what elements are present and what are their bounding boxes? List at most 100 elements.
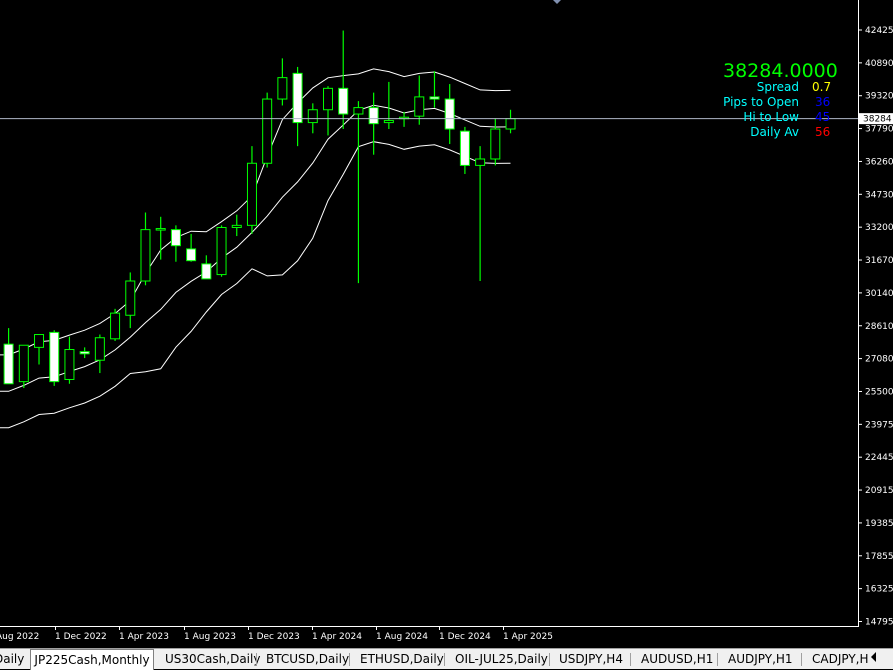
- candle-bull: [110, 312, 121, 340]
- envelope-bands: [0, 68, 511, 429]
- candle-bull: [155, 228, 166, 231]
- candle-bear: [3, 343, 14, 385]
- time-axis[interactable]: Aug 2022 1 Dec 2022 1 Apr 2023 1 Aug 2023 1 …: [0, 626, 553, 642]
- tab-label: JP225Cash,Monthly: [34, 653, 150, 667]
- tab-label: AUDJPY,H1: [728, 652, 793, 666]
- price-tick-label: 40890: [865, 59, 893, 69]
- date-tick-label: 1 Dec 2022: [55, 632, 107, 642]
- candle-bull: [34, 334, 45, 348]
- price-tick-label: 30140: [865, 289, 893, 299]
- tab-label: AUDUSD,H1: [641, 652, 714, 666]
- price-tick-label: 42425: [865, 26, 893, 36]
- candle-bull: [18, 344, 29, 383]
- daily-av-label: Daily Av: [750, 125, 799, 139]
- spread-label: Spread: [756, 80, 799, 94]
- daily-av-value: 56: [815, 125, 831, 139]
- spread-value: 0.7: [812, 80, 832, 94]
- price-tick-label: 31670: [865, 256, 893, 266]
- tab-cadjpy-h[interactable]: CADJPY,H: [812, 651, 869, 668]
- tab-scroll-left-icon[interactable]: [871, 652, 876, 662]
- candle-bull: [94, 337, 105, 361]
- candle-bull: [246, 162, 257, 226]
- tab-daily[interactable]: Daily: [0, 651, 28, 668]
- price-tick-label: 16325: [865, 585, 893, 595]
- tab-btcusd-daily[interactable]: BTCUSD,Daily: [266, 651, 349, 668]
- candle-bull: [262, 98, 273, 164]
- candle-bull: [140, 229, 151, 282]
- tab-separator: [549, 653, 550, 666]
- candle-bear: [201, 263, 212, 280]
- date-tick-label: Aug 2022: [0, 632, 39, 642]
- shift-marker-icon[interactable]: [553, 0, 561, 4]
- price-tick-label: 17855: [865, 552, 893, 562]
- candle-bull: [353, 107, 364, 115]
- tab-separator: [630, 653, 631, 666]
- price-tick-label: 14795: [865, 618, 893, 628]
- tab-audusd-h1[interactable]: AUDUSD,H1: [641, 651, 713, 668]
- candle-bull: [277, 77, 288, 100]
- tab-usdjpy-h4[interactable]: USDJPY,H4: [559, 651, 623, 668]
- current-price-tag-text: 38284: [863, 115, 892, 125]
- candle-bear: [338, 87, 349, 115]
- price-tick-label: 37790: [865, 125, 893, 135]
- tab-audjpy-h1[interactable]: AUDJPY,H1: [728, 651, 793, 668]
- tab-label: BTCUSD,Daily: [266, 652, 350, 666]
- hi-to-low-label: Hi to Low: [743, 110, 799, 124]
- candle-bull: [383, 119, 394, 124]
- candle-bear: [459, 130, 470, 166]
- date-tick-label: 1 Aug 2023: [184, 632, 236, 642]
- price-tick-label: 23975: [865, 420, 893, 430]
- price-tick-label: 25500: [865, 387, 893, 397]
- candle-bear: [186, 248, 197, 262]
- candle-bear: [79, 351, 90, 355]
- candle-bull: [505, 118, 516, 130]
- date-tick-label: 1 Apr 2025: [503, 632, 553, 642]
- price-tick-label: 33200: [865, 223, 893, 233]
- last-price: 38284.0000: [723, 60, 838, 82]
- tab-label: Daily: [0, 652, 25, 666]
- candle-bull: [323, 87, 334, 111]
- hi-to-low-value: 45: [815, 110, 831, 124]
- tab-label: OIL-JUL25,Daily: [455, 652, 548, 666]
- date-tick-label: 1 Aug 2024: [376, 632, 428, 642]
- tab-label: ETHUSD,Daily: [360, 652, 444, 666]
- price-tick-label: 22445: [865, 453, 893, 463]
- candle-bull: [475, 158, 486, 166]
- candle-bull: [414, 96, 425, 117]
- tab-oil-jul25-daily[interactable]: OIL-JUL25,Daily: [455, 651, 548, 668]
- candle-bear: [368, 107, 379, 125]
- tab-label: US30Cash,Daily: [165, 652, 261, 666]
- date-tick-label: 1 Apr 2023: [119, 632, 169, 642]
- candle-bull: [216, 226, 227, 276]
- candle-bull: [231, 224, 242, 228]
- candle-bear: [292, 72, 303, 124]
- tab-us30cash-daily[interactable]: US30Cash,Daily: [165, 651, 260, 668]
- tab-separator: [444, 653, 445, 666]
- price-tick-label: 39320: [865, 92, 893, 102]
- pips-to-open-label: Pips to Open: [723, 95, 799, 109]
- candle-bear: [429, 96, 440, 100]
- date-tick-label: 1 Dec 2023: [248, 632, 300, 642]
- pips-to-open-value: 36: [815, 95, 831, 109]
- date-tick-label: 1 Dec 2024: [439, 632, 491, 642]
- chart-tab-bar: Daily JP225Cash,Monthly US30Cash,Daily B…: [0, 648, 893, 670]
- candle-bear: [444, 98, 455, 130]
- tab-jp225cash-monthly[interactable]: JP225Cash,Monthly: [30, 649, 154, 670]
- price-tick-label: 34730: [865, 190, 893, 200]
- tab-separator: [349, 653, 350, 666]
- price-tick-label: 27080: [865, 355, 893, 365]
- tab-label: CADJPY,H: [812, 652, 869, 666]
- tab-separator: [256, 653, 257, 666]
- tab-separator: [801, 653, 802, 666]
- middle-band: [0, 104, 511, 392]
- candle-bull: [490, 128, 501, 160]
- candle-bull: [125, 280, 136, 316]
- current-price-tag: 38284: [859, 113, 893, 125]
- price-tick-label: 28610: [865, 322, 893, 332]
- date-tick-label: 1 Apr 2024: [312, 632, 362, 642]
- tab-label: USDJPY,H4: [559, 652, 623, 666]
- price-tick-label: 36260: [865, 157, 893, 167]
- price-tick-label: 19385: [865, 519, 893, 529]
- tab-ethusd-daily[interactable]: ETHUSD,Daily: [360, 651, 444, 668]
- candle-bull: [64, 349, 75, 380]
